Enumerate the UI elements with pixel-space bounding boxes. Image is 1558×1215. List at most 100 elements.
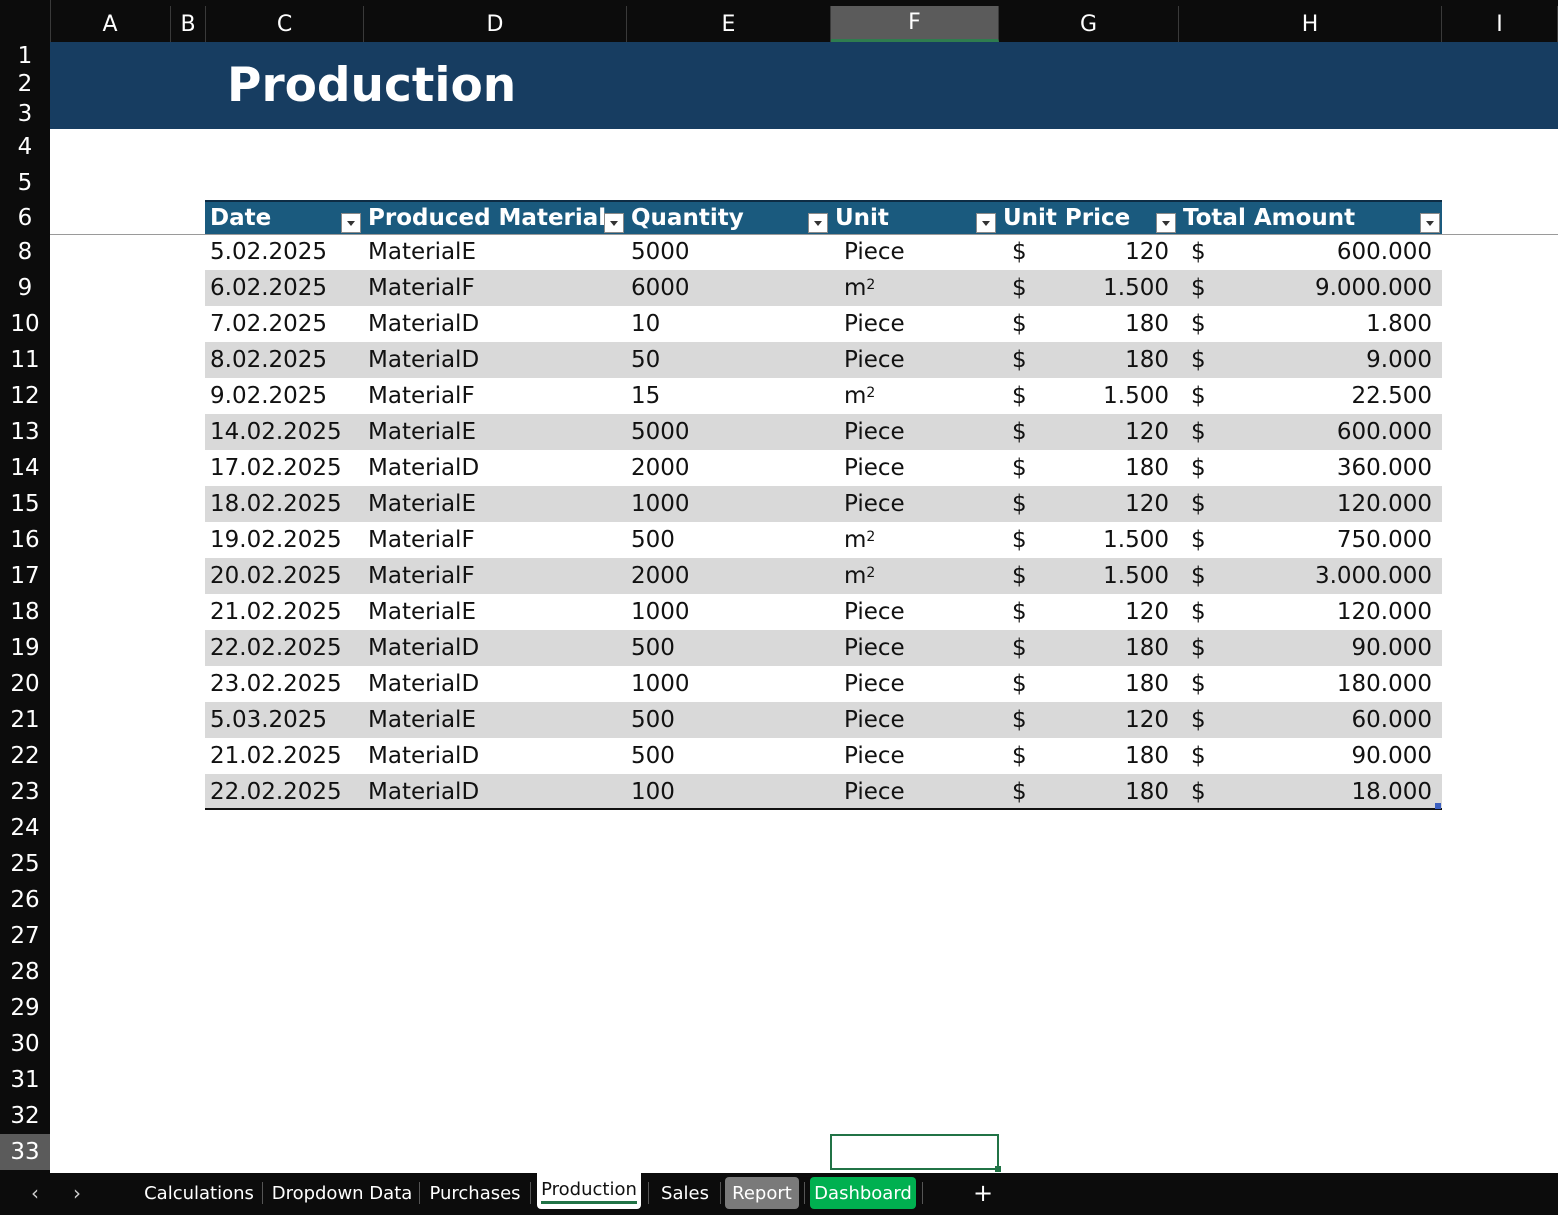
row-header-26[interactable]: 26 [0,882,50,918]
filter-dropdown-icon[interactable] [604,213,624,233]
filter-dropdown-icon[interactable] [976,213,996,233]
material-cell[interactable]: MaterialF [363,270,626,306]
row-header-15[interactable]: 15 [0,486,50,522]
row-header-8[interactable]: 8 [0,234,50,270]
unit-cell[interactable]: Piece [839,234,998,270]
row-header-18[interactable]: 18 [0,594,50,630]
unit-price-cell[interactable]: 120 [1035,702,1169,738]
quantity-cell[interactable]: 2000 [626,450,830,486]
date-cell[interactable]: 22.02.2025 [205,774,363,810]
total-amount-cell[interactable]: 60.000 [1215,702,1432,738]
date-cell[interactable]: 14.02.2025 [205,414,363,450]
table-resize-handle[interactable] [1435,803,1441,809]
total-amount-cell[interactable]: 22.500 [1215,378,1432,414]
quantity-cell[interactable]: 2000 [626,558,830,594]
date-cell[interactable]: 20.02.2025 [205,558,363,594]
row-header-22[interactable]: 22 [0,738,50,774]
date-cell[interactable]: 19.02.2025 [205,522,363,558]
quantity-cell[interactable]: 1000 [626,666,830,702]
unit-cell[interactable]: Piece [839,414,998,450]
filter-dropdown-icon[interactable] [1156,213,1176,233]
column-header-d[interactable]: D [364,6,627,42]
quantity-cell[interactable]: 50 [626,342,830,378]
fill-handle[interactable] [995,1166,1001,1172]
unit-price-cell[interactable]: 1.500 [1035,558,1169,594]
unit-price-cell[interactable]: 120 [1035,414,1169,450]
column-header-g[interactable]: G [999,6,1179,42]
row-header-33[interactable]: 33 [0,1134,50,1170]
unit-cell[interactable]: m2 [839,378,998,414]
unit-cell[interactable]: Piece [839,306,998,342]
row-header-10[interactable]: 10 [0,306,50,342]
row-header-12[interactable]: 12 [0,378,50,414]
date-cell[interactable]: 21.02.2025 [205,738,363,774]
row-header-9[interactable]: 9 [0,270,50,306]
total-amount-cell[interactable]: 120.000 [1215,486,1432,522]
quantity-cell[interactable]: 5000 [626,414,830,450]
unit-cell[interactable]: Piece [839,630,998,666]
date-cell[interactable]: 8.02.2025 [205,342,363,378]
row-header-14[interactable]: 14 [0,450,50,486]
material-cell[interactable]: MaterialE [363,234,626,270]
quantity-cell[interactable]: 500 [626,702,830,738]
unit-price-cell[interactable]: 1.500 [1035,378,1169,414]
unit-price-cell[interactable]: 180 [1035,774,1169,810]
column-header-e[interactable]: E [627,6,831,42]
sheet-tab-dashboard[interactable]: Dashboard [810,1177,916,1209]
sheet-tab-report[interactable]: Report [725,1177,799,1209]
row-header-31[interactable]: 31 [0,1062,50,1098]
column-header-b[interactable]: B [171,6,206,42]
chevron-left-icon[interactable]: ‹ [20,1173,50,1213]
row-header-19[interactable]: 19 [0,630,50,666]
date-cell[interactable]: 9.02.2025 [205,378,363,414]
row-header-16[interactable]: 16 [0,522,50,558]
column-header-f[interactable]: F [831,6,999,42]
total-amount-cell[interactable]: 180.000 [1215,666,1432,702]
material-cell[interactable]: MaterialF [363,558,626,594]
quantity-cell[interactable]: 6000 [626,270,830,306]
total-amount-cell[interactable]: 360.000 [1215,450,1432,486]
unit-cell[interactable]: Piece [839,774,998,810]
unit-cell[interactable]: Piece [839,738,998,774]
material-cell[interactable]: MaterialD [363,738,626,774]
row-header-17[interactable]: 17 [0,558,50,594]
date-cell[interactable]: 6.02.2025 [205,270,363,306]
filter-dropdown-icon[interactable] [1420,213,1440,233]
select-all-corner[interactable] [0,0,51,42]
quantity-cell[interactable]: 5000 [626,234,830,270]
row-header-1[interactable]: 1 [0,42,50,69]
row-header-30[interactable]: 30 [0,1026,50,1062]
quantity-cell[interactable]: 1000 [626,594,830,630]
total-amount-cell[interactable]: 120.000 [1215,594,1432,630]
date-cell[interactable]: 17.02.2025 [205,450,363,486]
date-cell[interactable]: 5.02.2025 [205,234,363,270]
unit-price-cell[interactable]: 180 [1035,666,1169,702]
material-cell[interactable]: MaterialD [363,450,626,486]
row-header-11[interactable]: 11 [0,342,50,378]
total-amount-cell[interactable]: 9.000.000 [1215,270,1432,306]
filter-dropdown-icon[interactable] [808,213,828,233]
date-cell[interactable]: 23.02.2025 [205,666,363,702]
total-amount-cell[interactable]: 600.000 [1215,234,1432,270]
material-cell[interactable]: MaterialD [363,774,626,810]
unit-price-cell[interactable]: 120 [1035,594,1169,630]
quantity-cell[interactable]: 500 [626,522,830,558]
unit-cell[interactable]: Piece [839,342,998,378]
date-cell[interactable]: 21.02.2025 [205,594,363,630]
unit-price-cell[interactable]: 180 [1035,342,1169,378]
quantity-cell[interactable]: 1000 [626,486,830,522]
plus-icon[interactable]: + [973,1173,993,1213]
sheet-tab-sales[interactable]: Sales [655,1177,715,1209]
unit-cell[interactable]: m2 [839,270,998,306]
row-header-28[interactable]: 28 [0,954,50,990]
quantity-cell[interactable]: 15 [626,378,830,414]
sheet-tab-production[interactable]: Production [537,1173,641,1209]
quantity-cell[interactable]: 500 [626,630,830,666]
unit-cell[interactable]: m2 [839,558,998,594]
unit-price-cell[interactable]: 120 [1035,234,1169,270]
total-amount-cell[interactable]: 90.000 [1215,630,1432,666]
unit-price-cell[interactable]: 1.500 [1035,270,1169,306]
row-header-3[interactable]: 3 [0,98,50,129]
material-cell[interactable]: MaterialE [363,702,626,738]
column-header-h[interactable]: H [1179,6,1442,42]
